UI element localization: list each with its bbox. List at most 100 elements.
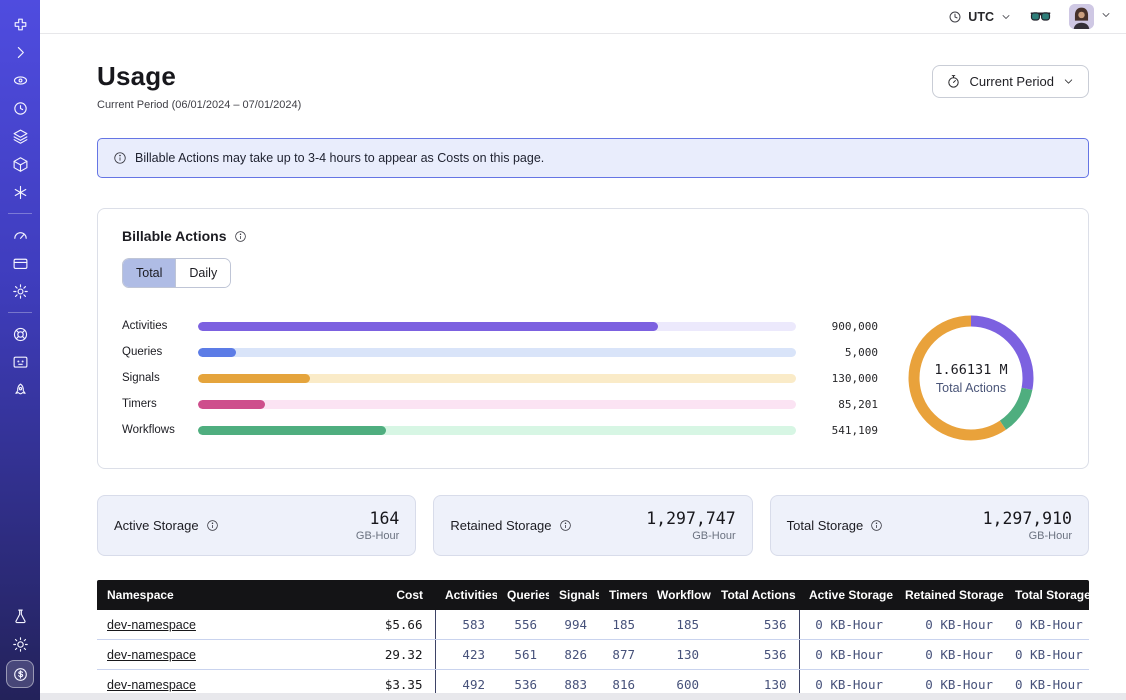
- signals-cell: 994: [549, 610, 599, 640]
- storage-card-unit: GB-Hour: [646, 530, 735, 542]
- bar-row-timers: Timers 85,201: [122, 391, 878, 417]
- bar-label: Timers: [122, 398, 198, 410]
- col-cost: Cost: [335, 580, 435, 610]
- bar-fill: [198, 426, 386, 435]
- bar-value: 85,201: [796, 398, 878, 411]
- sidebar-expand-chevron-icon[interactable]: [6, 40, 34, 64]
- bar-value: 5,000: [796, 346, 878, 359]
- storage-card-label: Total Storage: [787, 518, 864, 533]
- info-icon[interactable]: [234, 230, 247, 243]
- namespace-link[interactable]: dev-namespace: [107, 618, 196, 632]
- bar-value: 130,000: [796, 372, 878, 385]
- activities-cell: 423: [435, 640, 497, 670]
- storage-summary-row: Active Storage 164 GB-Hour Retained Stor…: [97, 495, 1089, 556]
- billing-card-icon[interactable]: [6, 251, 34, 275]
- stopwatch-icon: [946, 74, 961, 89]
- active-storage-card: Active Storage 164 GB-Hour: [97, 495, 416, 556]
- sun-icon[interactable]: [6, 632, 34, 656]
- timers-cell: 877: [599, 640, 647, 670]
- chevron-down-icon: [1062, 75, 1075, 88]
- info-icon[interactable]: [870, 519, 883, 532]
- info-icon: [113, 151, 127, 165]
- col-workflows: Workflows: [647, 580, 711, 610]
- usage-coin-icon[interactable]: [6, 660, 34, 688]
- storage-card-value: 164: [356, 509, 399, 528]
- col-namespace: Namespace: [97, 580, 335, 610]
- total-actions-cell: 536: [711, 610, 799, 640]
- storage-card-unit: GB-Hour: [356, 530, 399, 542]
- bar-row-queries: Queries 5,000: [122, 339, 878, 365]
- bar-fill: [198, 374, 310, 383]
- bar-track: [198, 374, 796, 383]
- namespace-link[interactable]: dev-namespace: [107, 678, 196, 692]
- info-icon[interactable]: [206, 519, 219, 532]
- activities-cell: 583: [435, 610, 497, 640]
- flask-icon[interactable]: [6, 604, 34, 628]
- storage-card-label: Active Storage: [114, 518, 199, 533]
- page-title: Usage: [97, 61, 301, 92]
- glasses-icon[interactable]: [1030, 10, 1051, 24]
- period-button-label: Current Period: [969, 74, 1054, 89]
- table-header-row: Namespace Cost Activities Queries Signal…: [97, 580, 1089, 610]
- gear-icon[interactable]: [6, 279, 34, 303]
- chevron-down-icon: [1100, 8, 1112, 26]
- donut-center-label: Total Actions: [936, 381, 1006, 395]
- bar-label: Workflows: [122, 424, 198, 436]
- cost-cell: $5.66: [335, 610, 435, 640]
- total-daily-tab-group: Total Daily: [122, 258, 231, 288]
- gauge-icon[interactable]: [6, 223, 34, 247]
- total-storage-cell: 0 KB-Hour: [1005, 610, 1089, 640]
- bar-track: [198, 426, 796, 435]
- namespace-link[interactable]: dev-namespace: [107, 648, 196, 662]
- clock-icon: [948, 10, 962, 24]
- namespace-usage-table: Namespace Cost Activities Queries Signal…: [97, 580, 1089, 700]
- bar-track: [198, 322, 796, 331]
- bar-track: [198, 400, 796, 409]
- col-total-storage: Total Storage: [1005, 580, 1089, 610]
- workflows-cell: 130: [647, 640, 711, 670]
- avatar: [1069, 4, 1094, 29]
- storage-card-value: 1,297,910: [983, 509, 1072, 528]
- retained-storage-cell: 0 KB-Hour: [895, 640, 1005, 670]
- bar-row-signals: Signals 130,000: [122, 365, 878, 391]
- tab-total[interactable]: Total: [123, 259, 175, 287]
- total-storage-card: Total Storage 1,297,910 GB-Hour: [770, 495, 1089, 556]
- sidebar: [0, 0, 40, 700]
- eye-icon[interactable]: [6, 68, 34, 92]
- total-actions-donut-chart: 1.66131 M Total Actions: [878, 308, 1064, 448]
- table-row: dev-namespace $5.66 583 556 994 185 185 …: [97, 610, 1089, 640]
- col-total-actions: Total Actions: [711, 580, 799, 610]
- info-icon[interactable]: [559, 519, 572, 532]
- feedback-screen-icon[interactable]: [6, 350, 34, 374]
- col-signals: Signals: [549, 580, 599, 610]
- retained-storage-card: Retained Storage 1,297,747 GB-Hour: [433, 495, 752, 556]
- queries-cell: 561: [497, 640, 549, 670]
- layers-icon[interactable]: [6, 124, 34, 148]
- cost-cell: 29.32: [335, 640, 435, 670]
- timezone-selector[interactable]: UTC: [948, 10, 1012, 24]
- asterisk-icon[interactable]: [6, 180, 34, 204]
- history-clock-icon[interactable]: [6, 96, 34, 120]
- cube-icon[interactable]: [6, 152, 34, 176]
- bar-value: 900,000: [796, 320, 878, 333]
- active-storage-cell: 0 KB-Hour: [799, 610, 895, 640]
- bar-row-activities: Activities 900,000: [122, 313, 878, 339]
- col-queries: Queries: [497, 580, 549, 610]
- bar-track: [198, 348, 796, 357]
- col-activities: Activities: [435, 580, 497, 610]
- temporal-logo-icon[interactable]: [6, 12, 34, 36]
- rocket-icon[interactable]: [6, 378, 34, 402]
- retained-storage-cell: 0 KB-Hour: [895, 610, 1005, 640]
- bar-fill: [198, 400, 265, 409]
- col-active-storage: Active Storage: [799, 580, 895, 610]
- sidebar-divider: [8, 213, 32, 214]
- billable-actions-title: Billable Actions: [122, 228, 227, 244]
- bar-fill: [198, 348, 236, 357]
- lifebuoy-icon[interactable]: [6, 322, 34, 346]
- period-dropdown-button[interactable]: Current Period: [932, 65, 1089, 98]
- tab-daily[interactable]: Daily: [175, 259, 230, 287]
- next-section-edge: [0, 693, 1126, 700]
- user-menu[interactable]: [1069, 4, 1112, 29]
- total-actions-cell: 536: [711, 640, 799, 670]
- workflows-cell: 185: [647, 610, 711, 640]
